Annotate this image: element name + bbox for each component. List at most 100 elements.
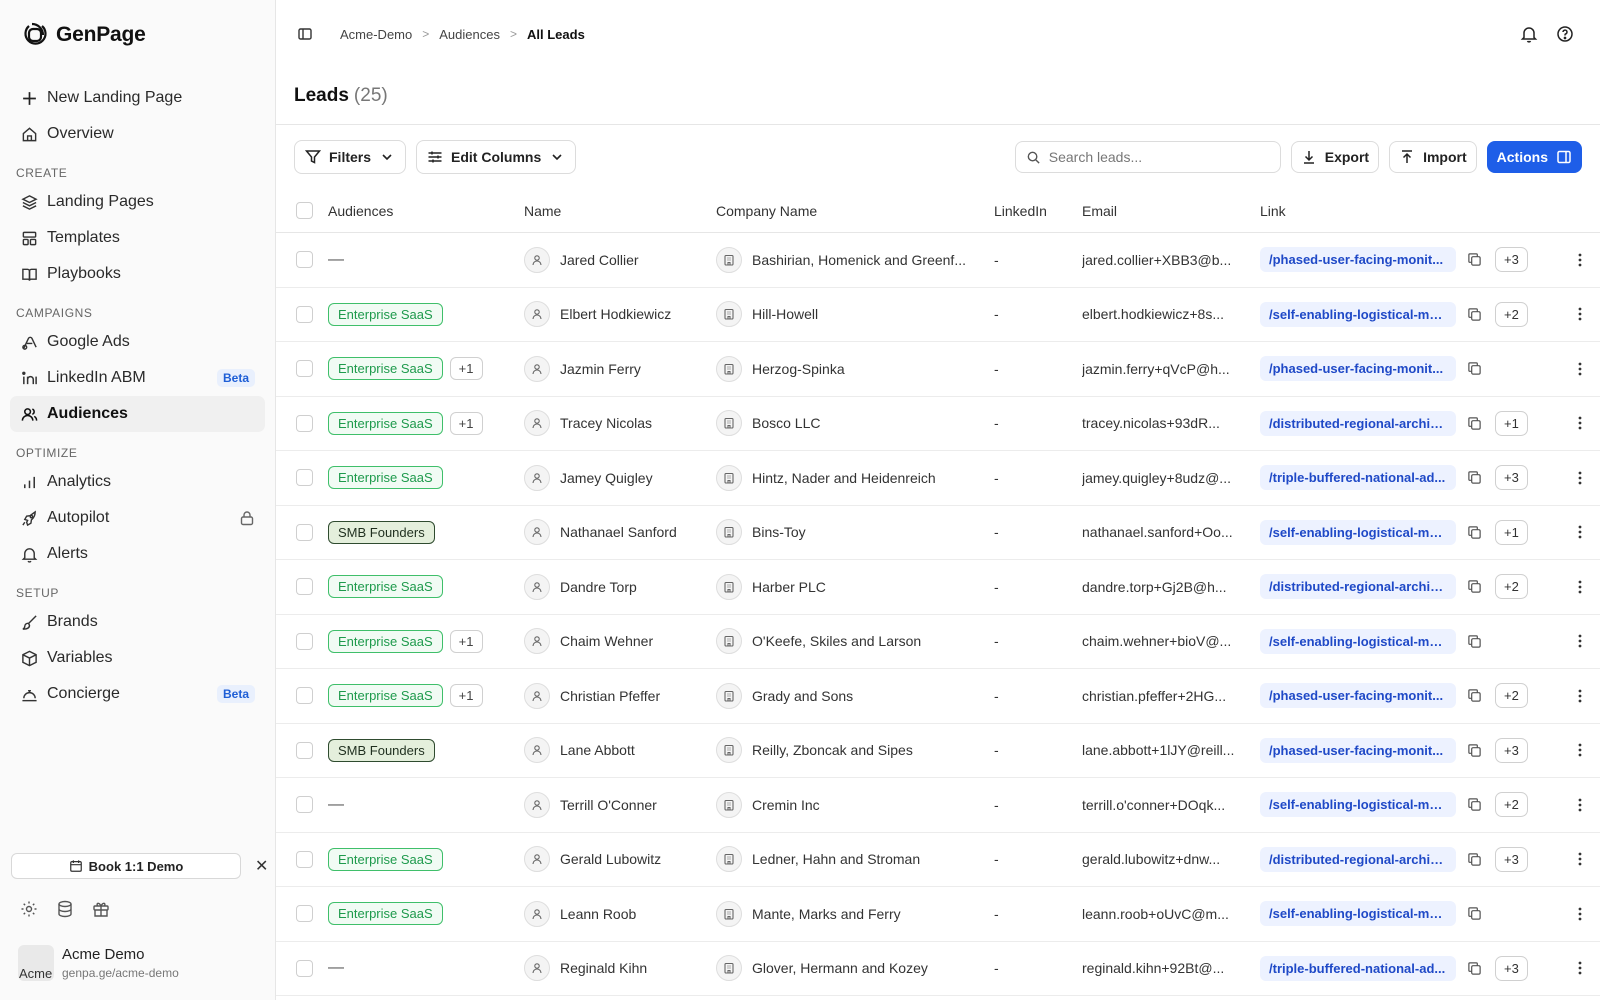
audience-more-tag[interactable]: +1 [449, 684, 483, 708]
audience-tag[interactable]: Enterprise SaaS [328, 466, 443, 490]
sidebar-item-alerts[interactable]: Alerts [10, 536, 265, 572]
link-more-pill[interactable]: +3 [1495, 247, 1528, 273]
landing-page-link[interactable]: /triple-buffered-national-ad... [1260, 465, 1456, 491]
lead-name[interactable]: Elbert Hodkiewicz [560, 306, 671, 322]
row-checkbox[interactable] [296, 251, 313, 269]
sidebar-item-linkedin-abm[interactable]: LinkedIn ABM Beta [10, 360, 265, 396]
landing-page-link[interactable]: /phased-user-facing-monit... [1260, 737, 1456, 763]
row-checkbox[interactable] [296, 959, 313, 977]
audience-tag[interactable]: Enterprise SaaS [328, 575, 443, 599]
audience-tag[interactable]: Enterprise SaaS [328, 302, 443, 326]
sidebar-item-overview[interactable]: Overview [10, 116, 265, 152]
lead-name[interactable]: Terrill O'Conner [560, 797, 657, 813]
search-input[interactable] [1048, 149, 1249, 165]
row-checkbox[interactable] [296, 741, 313, 759]
audience-tag[interactable]: Enterprise SaaS [328, 357, 443, 381]
link-more-pill[interactable]: +2 [1495, 683, 1528, 709]
column-header-name[interactable]: Name [524, 203, 716, 219]
more-vertical-icon[interactable] [1572, 797, 1588, 813]
link-more-pill[interactable]: +1 [1495, 410, 1528, 436]
export-button[interactable]: Export [1290, 141, 1380, 173]
more-vertical-icon[interactable] [1572, 470, 1588, 486]
more-vertical-icon[interactable] [1572, 906, 1588, 922]
copy-icon[interactable] [1467, 688, 1482, 703]
landing-page-link[interactable]: /triple-buffered-national-ad... [1260, 955, 1456, 981]
audience-tag[interactable]: Enterprise SaaS [328, 629, 443, 653]
copy-icon[interactable] [1467, 579, 1482, 594]
sidebar-item-analytics[interactable]: Analytics [10, 464, 265, 500]
row-checkbox[interactable] [296, 632, 313, 650]
more-vertical-icon[interactable] [1572, 960, 1588, 976]
copy-icon[interactable] [1467, 470, 1482, 485]
link-more-pill[interactable]: +2 [1495, 792, 1528, 818]
column-header-linkedin[interactable]: LinkedIn [994, 203, 1082, 219]
copy-icon[interactable] [1467, 361, 1482, 376]
settings-icon[interactable] [20, 900, 38, 918]
copy-icon[interactable] [1467, 852, 1482, 867]
copy-icon[interactable] [1467, 961, 1482, 976]
landing-page-link[interactable]: /self-enabling-logistical-mo... [1260, 792, 1456, 818]
landing-page-link[interactable]: /phased-user-facing-monit... [1260, 247, 1456, 273]
table-row[interactable]: Enterprise SaaS +1 Jazmin Ferry Herzog-Sp… [276, 342, 1600, 397]
row-checkbox[interactable] [296, 305, 313, 323]
more-vertical-icon[interactable] [1572, 361, 1588, 377]
copy-icon[interactable] [1467, 906, 1482, 921]
table-row[interactable]: Enterprise SaaS +1 Christian Pfeffer Grad… [276, 669, 1600, 724]
audience-tag[interactable]: Enterprise SaaS [328, 411, 443, 435]
table-row[interactable]: — Terrill O'Conner Cremin Inc - terrill.… [276, 778, 1600, 833]
edit-columns-button[interactable]: Edit Columns [416, 140, 577, 174]
table-row[interactable]: Enterprise SaaS Elbert Hodkiewicz Hill-H… [276, 288, 1600, 342]
table-row[interactable]: SMB Founders Nathanael Sanford Bins-Toy … [276, 506, 1600, 560]
landing-page-link[interactable]: /phased-user-facing-monit... [1260, 683, 1456, 709]
link-more-pill[interactable]: +2 [1495, 574, 1528, 600]
audience-more-tag[interactable]: +1 [449, 629, 483, 653]
lead-name[interactable]: Leann Roob [560, 906, 636, 922]
lead-name[interactable]: Nathanael Sanford [560, 524, 677, 540]
breadcrumb-item[interactable]: Acme-Demo [340, 27, 412, 42]
table-row[interactable]: Enterprise SaaS +1 Tracey Nicolas Bosco L… [276, 397, 1600, 451]
copy-icon[interactable] [1467, 634, 1482, 649]
audience-tag[interactable]: Enterprise SaaS [328, 902, 443, 926]
account-switcher[interactable]: Acme Acme Demo genpa.ge/acme-demo [18, 945, 179, 981]
row-checkbox[interactable] [296, 523, 313, 541]
table-row[interactable]: SMB Founders Lane Abbott Reilly, Zboncak… [276, 724, 1600, 778]
link-more-pill[interactable]: +1 [1495, 519, 1528, 545]
more-vertical-icon[interactable] [1572, 688, 1588, 704]
row-checkbox[interactable] [296, 469, 313, 487]
row-checkbox[interactable] [296, 687, 313, 705]
column-header-company[interactable]: Company Name [716, 203, 994, 219]
import-button[interactable]: Import [1389, 141, 1477, 173]
link-more-pill[interactable]: +3 [1495, 465, 1528, 491]
more-vertical-icon[interactable] [1572, 633, 1588, 649]
landing-page-link[interactable]: /distributed-regional-archiv... [1260, 846, 1456, 872]
copy-icon[interactable] [1467, 252, 1482, 267]
more-vertical-icon[interactable] [1572, 252, 1588, 268]
help-icon[interactable] [1556, 25, 1574, 43]
lead-name[interactable]: Jazmin Ferry [560, 361, 641, 377]
audience-tag[interactable]: Enterprise SaaS [328, 847, 443, 871]
sidebar-item-variables[interactable]: Variables [10, 640, 265, 676]
landing-page-link[interactable]: /distributed-regional-archiv... [1260, 410, 1456, 436]
more-vertical-icon[interactable] [1572, 524, 1588, 540]
sidebar-item-google-ads[interactable]: Google Ads [10, 324, 265, 360]
column-header-audiences[interactable]: Audiences [328, 203, 524, 219]
link-more-pill[interactable]: +3 [1495, 955, 1528, 981]
landing-page-link[interactable]: /distributed-regional-archiv... [1260, 574, 1456, 600]
lead-name[interactable]: Jared Collier [560, 252, 639, 268]
audience-more-tag[interactable]: +1 [449, 411, 483, 435]
more-vertical-icon[interactable] [1572, 415, 1588, 431]
copy-icon[interactable] [1467, 797, 1482, 812]
sidebar-item-autopilot[interactable]: Autopilot [10, 500, 265, 536]
lead-name[interactable]: Jamey Quigley [560, 470, 653, 486]
sidebar-item-brands[interactable]: Brands [10, 604, 265, 640]
brand-logo[interactable]: GenPage [10, 0, 265, 70]
table-row[interactable]: — Jared Collier Bashirian, Homenick and … [276, 233, 1600, 288]
lead-name[interactable]: Dandre Torp [560, 579, 637, 595]
actions-button[interactable]: Actions [1486, 141, 1582, 173]
row-checkbox[interactable] [296, 414, 313, 432]
link-more-pill[interactable]: +2 [1495, 301, 1528, 327]
lead-name[interactable]: Lane Abbott [560, 742, 635, 758]
close-icon[interactable]: ✕ [255, 856, 268, 876]
audience-tag[interactable]: Enterprise SaaS [328, 684, 443, 708]
table-row[interactable]: Enterprise SaaS Jamey Quigley Hintz, Nad… [276, 451, 1600, 506]
